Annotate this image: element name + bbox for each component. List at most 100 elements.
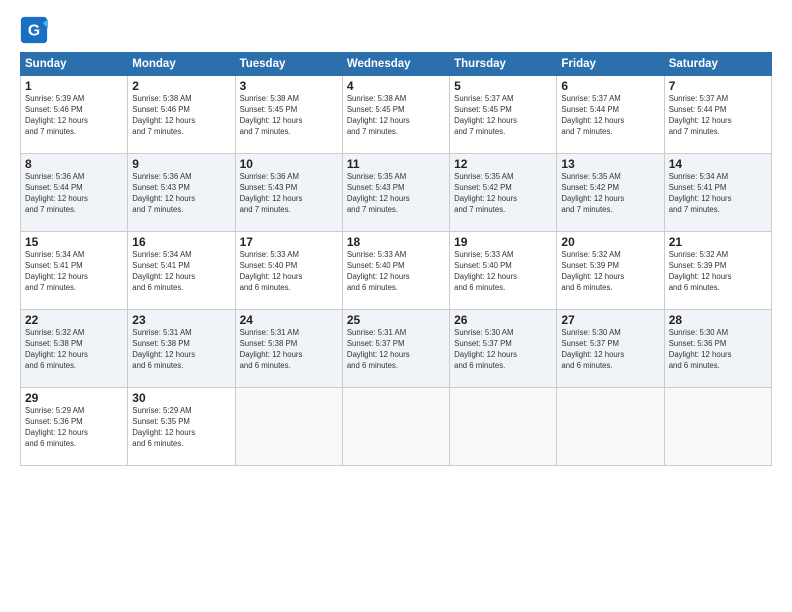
day-cell: 10Sunrise: 5:36 AMSunset: 5:43 PMDayligh… <box>235 154 342 232</box>
sunset-text: Sunset: 5:37 PM <box>561 339 659 350</box>
daylight-line2: and 6 minutes. <box>25 361 123 372</box>
day-cell: 14Sunrise: 5:34 AMSunset: 5:41 PMDayligh… <box>664 154 771 232</box>
daylight-line1: Daylight: 12 hours <box>240 194 338 205</box>
daylight-line2: and 6 minutes. <box>132 439 230 450</box>
calendar-table: SundayMondayTuesdayWednesdayThursdayFrid… <box>20 52 772 466</box>
daylight-line2: and 6 minutes. <box>454 283 552 294</box>
day-number: 30 <box>132 391 230 405</box>
sunrise-text: Sunrise: 5:39 AM <box>25 94 123 105</box>
day-number: 16 <box>132 235 230 249</box>
daylight-line1: Daylight: 12 hours <box>454 272 552 283</box>
day-cell: 20Sunrise: 5:32 AMSunset: 5:39 PMDayligh… <box>557 232 664 310</box>
daylight-line1: Daylight: 12 hours <box>347 272 445 283</box>
day-number: 21 <box>669 235 767 249</box>
sunrise-text: Sunrise: 5:37 AM <box>454 94 552 105</box>
day-number: 23 <box>132 313 230 327</box>
day-info: Sunrise: 5:34 AMSunset: 5:41 PMDaylight:… <box>132 250 230 294</box>
daylight-line2: and 7 minutes. <box>240 205 338 216</box>
daylight-line1: Daylight: 12 hours <box>25 272 123 283</box>
sunrise-text: Sunrise: 5:33 AM <box>347 250 445 261</box>
day-cell <box>664 388 771 466</box>
day-info: Sunrise: 5:37 AMSunset: 5:44 PMDaylight:… <box>669 94 767 138</box>
day-cell: 7Sunrise: 5:37 AMSunset: 5:44 PMDaylight… <box>664 76 771 154</box>
sunrise-text: Sunrise: 5:35 AM <box>561 172 659 183</box>
day-cell: 11Sunrise: 5:35 AMSunset: 5:43 PMDayligh… <box>342 154 449 232</box>
sunrise-text: Sunrise: 5:33 AM <box>454 250 552 261</box>
daylight-line2: and 6 minutes. <box>347 283 445 294</box>
day-info: Sunrise: 5:37 AMSunset: 5:45 PMDaylight:… <box>454 94 552 138</box>
day-info: Sunrise: 5:38 AMSunset: 5:45 PMDaylight:… <box>240 94 338 138</box>
daylight-line1: Daylight: 12 hours <box>454 116 552 127</box>
day-cell: 5Sunrise: 5:37 AMSunset: 5:45 PMDaylight… <box>450 76 557 154</box>
logo-icon: G <box>20 16 48 44</box>
daylight-line1: Daylight: 12 hours <box>25 194 123 205</box>
day-info: Sunrise: 5:33 AMSunset: 5:40 PMDaylight:… <box>240 250 338 294</box>
sunset-text: Sunset: 5:44 PM <box>561 105 659 116</box>
daylight-line1: Daylight: 12 hours <box>132 194 230 205</box>
sunset-text: Sunset: 5:45 PM <box>454 105 552 116</box>
day-cell: 9Sunrise: 5:36 AMSunset: 5:43 PMDaylight… <box>128 154 235 232</box>
sunrise-text: Sunrise: 5:29 AM <box>25 406 123 417</box>
sunset-text: Sunset: 5:46 PM <box>25 105 123 116</box>
sunrise-text: Sunrise: 5:32 AM <box>25 328 123 339</box>
day-cell: 23Sunrise: 5:31 AMSunset: 5:38 PMDayligh… <box>128 310 235 388</box>
day-number: 1 <box>25 79 123 93</box>
day-cell: 2Sunrise: 5:38 AMSunset: 5:46 PMDaylight… <box>128 76 235 154</box>
daylight-line2: and 7 minutes. <box>561 127 659 138</box>
day-number: 29 <box>25 391 123 405</box>
day-cell: 15Sunrise: 5:34 AMSunset: 5:41 PMDayligh… <box>21 232 128 310</box>
day-cell: 21Sunrise: 5:32 AMSunset: 5:39 PMDayligh… <box>664 232 771 310</box>
day-cell: 29Sunrise: 5:29 AMSunset: 5:36 PMDayligh… <box>21 388 128 466</box>
weekday-header-row: SundayMondayTuesdayWednesdayThursdayFrid… <box>21 53 772 76</box>
daylight-line1: Daylight: 12 hours <box>132 272 230 283</box>
daylight-line2: and 7 minutes. <box>25 283 123 294</box>
day-cell: 13Sunrise: 5:35 AMSunset: 5:42 PMDayligh… <box>557 154 664 232</box>
daylight-line2: and 7 minutes. <box>240 127 338 138</box>
sunset-text: Sunset: 5:44 PM <box>25 183 123 194</box>
day-cell: 6Sunrise: 5:37 AMSunset: 5:44 PMDaylight… <box>557 76 664 154</box>
sunrise-text: Sunrise: 5:30 AM <box>669 328 767 339</box>
daylight-line2: and 6 minutes. <box>25 439 123 450</box>
day-number: 17 <box>240 235 338 249</box>
daylight-line1: Daylight: 12 hours <box>561 272 659 283</box>
day-info: Sunrise: 5:36 AMSunset: 5:44 PMDaylight:… <box>25 172 123 216</box>
daylight-line2: and 7 minutes. <box>25 127 123 138</box>
day-number: 22 <box>25 313 123 327</box>
daylight-line1: Daylight: 12 hours <box>25 428 123 439</box>
sunrise-text: Sunrise: 5:38 AM <box>132 94 230 105</box>
daylight-line2: and 7 minutes. <box>454 205 552 216</box>
daylight-line2: and 7 minutes. <box>347 127 445 138</box>
day-info: Sunrise: 5:35 AMSunset: 5:43 PMDaylight:… <box>347 172 445 216</box>
sunset-text: Sunset: 5:36 PM <box>669 339 767 350</box>
day-info: Sunrise: 5:29 AMSunset: 5:36 PMDaylight:… <box>25 406 123 450</box>
daylight-line1: Daylight: 12 hours <box>454 194 552 205</box>
day-number: 2 <box>132 79 230 93</box>
day-number: 13 <box>561 157 659 171</box>
sunrise-text: Sunrise: 5:38 AM <box>240 94 338 105</box>
day-info: Sunrise: 5:32 AMSunset: 5:38 PMDaylight:… <box>25 328 123 372</box>
day-number: 19 <box>454 235 552 249</box>
sunset-text: Sunset: 5:41 PM <box>132 261 230 272</box>
daylight-line1: Daylight: 12 hours <box>669 272 767 283</box>
day-cell: 1Sunrise: 5:39 AMSunset: 5:46 PMDaylight… <box>21 76 128 154</box>
sunset-text: Sunset: 5:45 PM <box>347 105 445 116</box>
day-cell <box>450 388 557 466</box>
day-info: Sunrise: 5:30 AMSunset: 5:36 PMDaylight:… <box>669 328 767 372</box>
sunset-text: Sunset: 5:46 PM <box>132 105 230 116</box>
day-cell: 27Sunrise: 5:30 AMSunset: 5:37 PMDayligh… <box>557 310 664 388</box>
day-number: 20 <box>561 235 659 249</box>
daylight-line1: Daylight: 12 hours <box>25 116 123 127</box>
weekday-friday: Friday <box>557 53 664 76</box>
day-cell: 25Sunrise: 5:31 AMSunset: 5:37 PMDayligh… <box>342 310 449 388</box>
sunrise-text: Sunrise: 5:36 AM <box>132 172 230 183</box>
sunrise-text: Sunrise: 5:31 AM <box>240 328 338 339</box>
sunset-text: Sunset: 5:37 PM <box>454 339 552 350</box>
day-info: Sunrise: 5:33 AMSunset: 5:40 PMDaylight:… <box>347 250 445 294</box>
day-cell: 26Sunrise: 5:30 AMSunset: 5:37 PMDayligh… <box>450 310 557 388</box>
day-cell <box>235 388 342 466</box>
week-row-4: 22Sunrise: 5:32 AMSunset: 5:38 PMDayligh… <box>21 310 772 388</box>
day-info: Sunrise: 5:38 AMSunset: 5:46 PMDaylight:… <box>132 94 230 138</box>
sunrise-text: Sunrise: 5:35 AM <box>347 172 445 183</box>
day-info: Sunrise: 5:37 AMSunset: 5:44 PMDaylight:… <box>561 94 659 138</box>
daylight-line2: and 6 minutes. <box>347 361 445 372</box>
